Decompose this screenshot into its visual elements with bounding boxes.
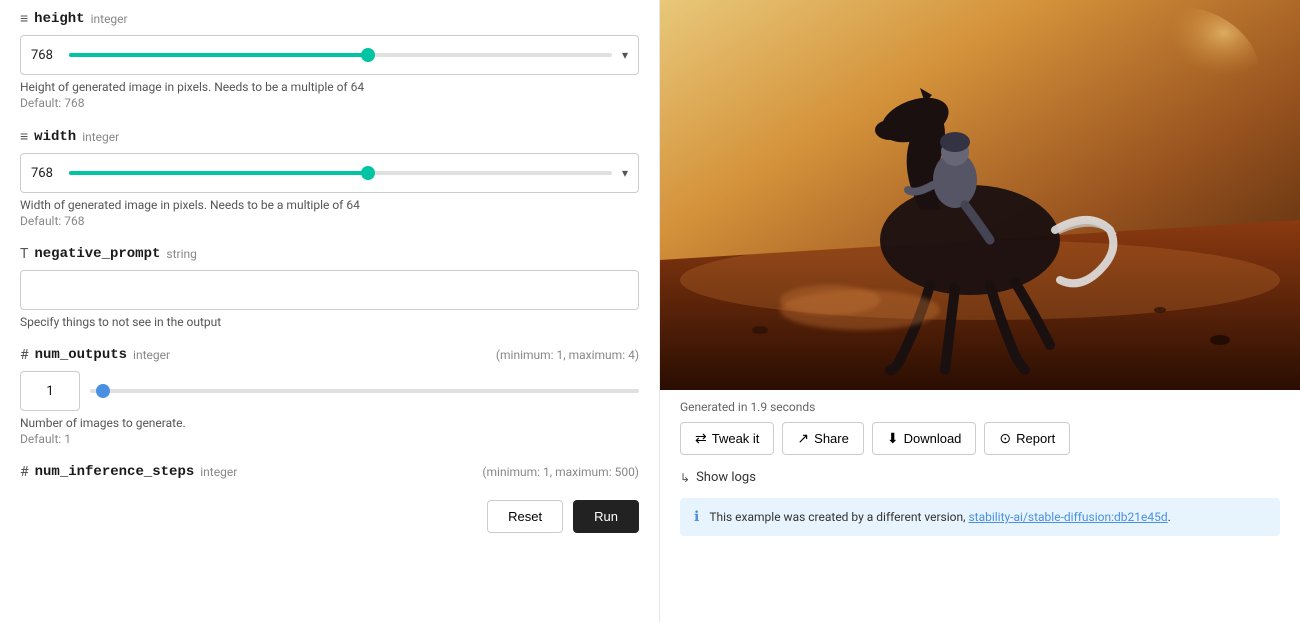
height-slider-track[interactable] [69, 53, 612, 57]
report-label: Report [1016, 431, 1055, 446]
width-field-section: ≡ width integer 768 ▾ Width of generated… [20, 128, 639, 228]
info-message-prefix: This example was created by a different … [709, 510, 968, 524]
height-default: Default: 768 [20, 96, 639, 110]
width-slider-thumb[interactable] [361, 166, 375, 180]
width-description: Width of generated image in pixels. Need… [20, 198, 639, 212]
negative-prompt-icon: T [20, 246, 28, 262]
negative-prompt-name: negative_prompt [34, 246, 160, 262]
height-field-type: integer [91, 12, 128, 26]
generated-image-container [660, 0, 1300, 390]
width-dropdown-arrow[interactable]: ▾ [622, 166, 628, 180]
num-outputs-slider-thumb[interactable] [96, 384, 110, 398]
width-slider-track[interactable] [69, 171, 612, 175]
generated-info: Generated in 1.9 seconds [660, 390, 1300, 422]
right-panel: Generated in 1.9 seconds ⇄ Tweak it ↗ Sh… [660, 0, 1300, 622]
width-field-name: width [34, 129, 76, 145]
negative-prompt-description: Specify things to not see in the output [20, 315, 639, 329]
height-description: Height of generated image in pixels. Nee… [20, 80, 639, 94]
height-slider-thumb[interactable] [361, 48, 375, 62]
num-outputs-input[interactable]: 1 [20, 371, 80, 411]
tweak-it-button[interactable]: ⇄ Tweak it [680, 422, 774, 455]
height-slider-fill [69, 53, 368, 57]
show-logs-row[interactable]: ↳ Show logs [660, 465, 1300, 490]
download-label: Download [904, 431, 962, 446]
num-outputs-value: 1 [46, 384, 53, 399]
num-inference-steps-section: # num_inference_steps integer (minimum: … [20, 464, 639, 480]
info-version-link[interactable]: stability-ai/stable-diffusion:db21e45d [968, 510, 1167, 524]
num-outputs-name: num_outputs [35, 347, 127, 363]
info-icon: ℹ [694, 509, 699, 525]
share-label: Share [814, 431, 849, 446]
show-logs-label[interactable]: Show logs [696, 470, 756, 485]
negative-prompt-input[interactable] [31, 283, 628, 298]
report-button[interactable]: ⊙ Report [984, 422, 1070, 455]
num-inference-steps-name: num_inference_steps [35, 464, 195, 480]
download-icon: ⬇ [887, 430, 899, 447]
negative-prompt-label: T negative_prompt string [20, 246, 639, 262]
info-text: This example was created by a different … [709, 508, 1170, 526]
reset-button[interactable]: Reset [487, 500, 563, 533]
left-panel: ≡ height integer 768 ▾ Height of generat… [0, 0, 660, 622]
width-slider-value: 768 [31, 166, 61, 181]
width-field-label: ≡ width integer [20, 128, 639, 145]
width-slider-container[interactable]: 768 ▾ [20, 153, 639, 193]
num-outputs-description: Number of images to generate. [20, 416, 639, 430]
action-buttons-row: ⇄ Tweak it ↗ Share ⬇ Download ⊙ Report [660, 422, 1300, 465]
negative-prompt-field-section: T negative_prompt string Specify things … [20, 246, 639, 329]
info-box: ℹ This example was created by a differen… [680, 498, 1280, 536]
tweak-label: Tweak it [712, 431, 760, 446]
num-outputs-default: Default: 1 [20, 432, 639, 446]
share-icon: ↗ [797, 430, 809, 447]
width-icon: ≡ [20, 128, 28, 145]
num-outputs-slider-track[interactable] [90, 389, 639, 393]
run-button[interactable]: Run [573, 500, 639, 533]
share-button[interactable]: ↗ Share [782, 422, 863, 455]
height-field-label: ≡ height integer [20, 10, 639, 27]
generated-image [660, 0, 1300, 390]
height-slider-value: 768 [31, 48, 61, 63]
bottom-buttons-row: Reset Run [20, 500, 639, 533]
width-slider-fill [69, 171, 368, 175]
num-outputs-range: (minimum: 1, maximum: 4) [496, 348, 639, 362]
height-icon: ≡ [20, 10, 28, 27]
width-field-type: integer [82, 130, 119, 144]
download-button[interactable]: ⬇ Download [872, 422, 977, 455]
num-outputs-label: # num_outputs integer (minimum: 1, maxim… [20, 347, 639, 363]
info-message-suffix: . [1168, 510, 1171, 524]
height-dropdown-arrow[interactable]: ▾ [622, 48, 628, 62]
height-slider-container[interactable]: 768 ▾ [20, 35, 639, 75]
num-inference-steps-icon: # [20, 464, 29, 480]
height-field-name: height [34, 11, 84, 27]
num-inference-steps-range: (minimum: 1, maximum: 500) [482, 465, 639, 479]
negative-prompt-type: string [166, 247, 196, 261]
num-outputs-field-section: # num_outputs integer (minimum: 1, maxim… [20, 347, 639, 446]
negative-prompt-input-container[interactable] [20, 270, 639, 310]
num-outputs-type: integer [133, 348, 170, 362]
num-outputs-controls: 1 [20, 371, 639, 411]
num-inference-steps-label: # num_inference_steps integer (minimum: … [20, 464, 639, 480]
logs-arrow-icon: ↳ [680, 471, 690, 485]
tweak-icon: ⇄ [695, 430, 707, 447]
height-field-section: ≡ height integer 768 ▾ Height of generat… [20, 10, 639, 110]
num-outputs-icon: # [20, 347, 29, 363]
num-inference-steps-type: integer [200, 465, 237, 479]
report-icon: ⊙ [999, 430, 1011, 447]
width-default: Default: 768 [20, 214, 639, 228]
